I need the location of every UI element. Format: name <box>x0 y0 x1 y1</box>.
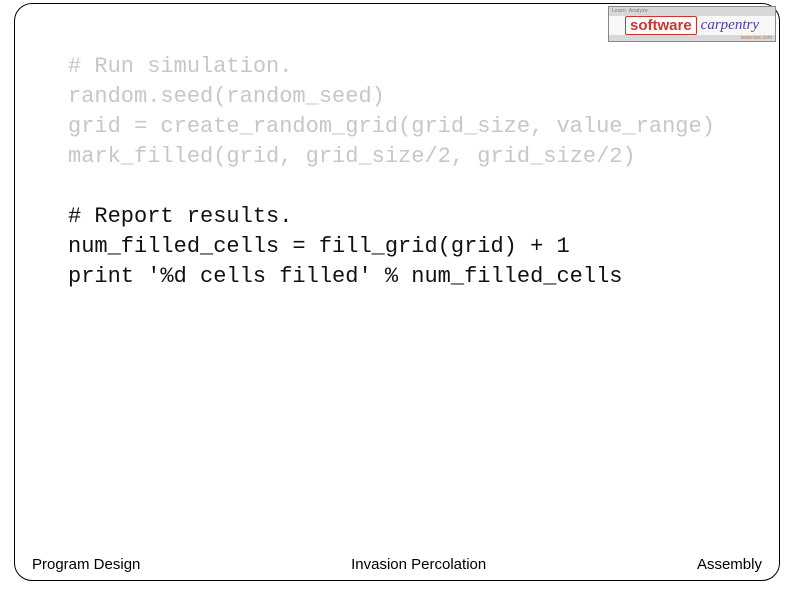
footer-right: Assembly <box>697 556 762 573</box>
code-line-6: num_filled_cells = fill_grid(grid) + 1 <box>68 234 570 259</box>
footer-left: Program Design <box>32 556 140 573</box>
software-carpentry-logo: Learn. Analyze. software carpentry www.s… <box>608 6 776 42</box>
logo-top-strip: Learn. Analyze. <box>609 7 775 16</box>
logo-carpentry-text: carpentry <box>701 17 759 34</box>
code-line-7: print '%d cells filled' % num_filled_cel… <box>68 264 623 289</box>
footer-center: Invasion Percolation <box>351 556 486 573</box>
code-line-4: mark_filled(grid, grid_size/2, grid_size… <box>68 144 636 169</box>
code-line-2: random.seed(random_seed) <box>68 84 385 109</box>
footer: Program Design Invasion Percolation Asse… <box>32 556 762 573</box>
slide: Learn. Analyze. software carpentry www.s… <box>0 0 794 595</box>
code-line-3: grid = create_random_grid(grid_size, val… <box>68 114 715 139</box>
code-line-5: # Report results. <box>68 204 292 229</box>
logo-bottom-strip: www.swc.com <box>609 35 775 42</box>
code-line-1: # Run simulation. <box>68 54 292 79</box>
logo-main: software carpentry <box>609 16 775 35</box>
code-block: # Run simulation. random.seed(random_see… <box>68 52 764 292</box>
logo-software-text: software <box>625 16 697 35</box>
